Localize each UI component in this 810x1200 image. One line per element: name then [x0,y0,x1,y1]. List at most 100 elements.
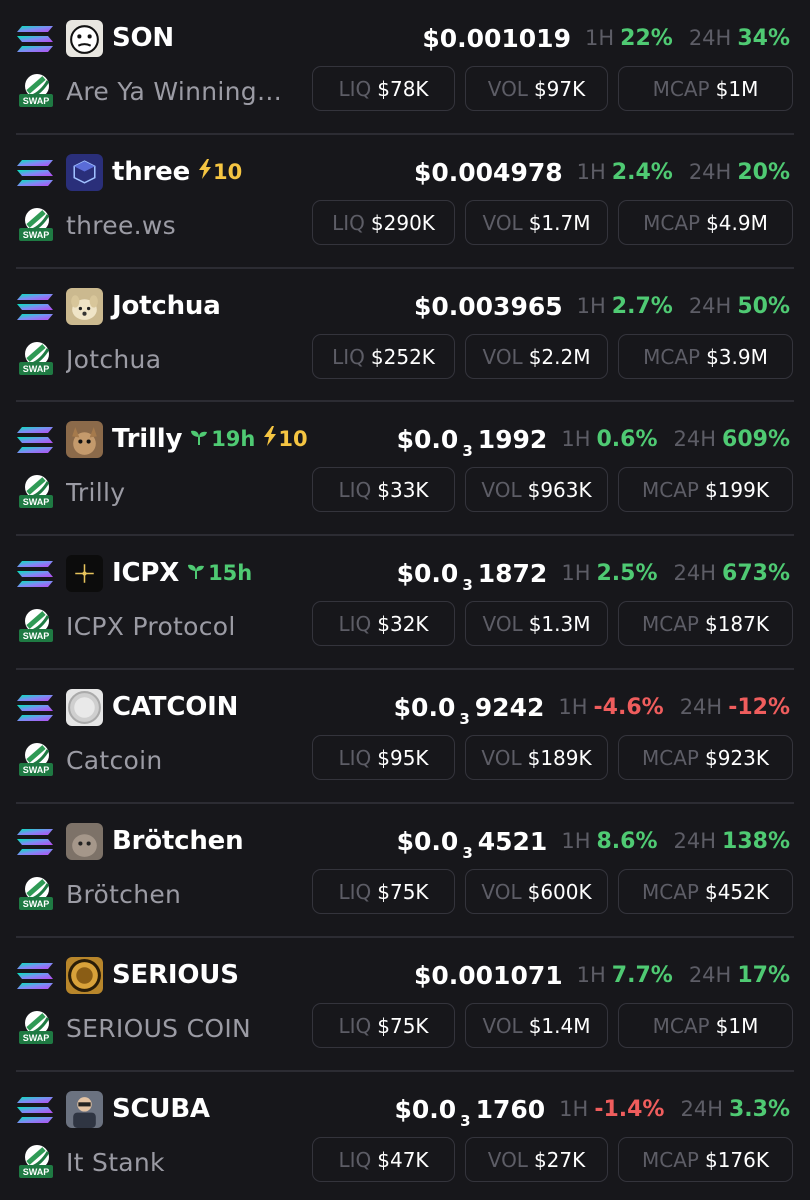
row-divider [16,1070,794,1072]
market-cap-box[interactable]: MCAP $3.9M [618,334,793,379]
token-row[interactable]: SWAP SON Are Ya Winning,... $0.001019 1H 22% 2… [0,0,810,134]
liquidity-box[interactable]: LIQ $33K [312,467,455,512]
swap-icon[interactable]: SWAP [18,1009,54,1045]
vol-value: $97K [533,76,586,101]
liq-value: $95K [377,745,429,770]
price-main: $0.001071 [413,960,563,990]
token-name: It Stank [66,1148,165,1177]
liquidity-box[interactable]: LIQ $32K [312,601,455,646]
swap-icon[interactable]: SWAP [18,875,54,911]
swap-icon[interactable]: SWAP [18,72,54,108]
market-cap-box[interactable]: MCAP $923K [618,735,793,780]
price: $0.0 3 4521 [397,827,548,862]
liq-label: LIQ [332,344,365,369]
market-cap-box[interactable]: MCAP $1M [618,1003,793,1048]
swap-icon[interactable]: SWAP [18,206,54,242]
vol-value: $1.3M [528,611,591,636]
volume-box[interactable]: VOL $963K [465,467,608,512]
swap-icon[interactable]: SWAP [18,607,54,643]
svg-text:SWAP: SWAP [23,1167,50,1177]
liq-label: LIQ [338,1147,372,1172]
token-row[interactable]: SWAP CATCOIN Catcoin $0.0 3 9242 1H -4.6% 24H -12… [0,668,810,803]
token-symbol-line: SERIOUS [112,955,239,995]
h1-label: 1H [559,1097,589,1121]
market-cap-box[interactable]: MCAP $176K [618,1137,793,1182]
h1-label: 1H [561,427,591,451]
vol-value: $189K [527,745,592,770]
mcap-label: MCAP [652,1013,710,1038]
token-symbol-line: SON [112,18,174,58]
liq-label: LIQ [338,611,372,636]
token-row[interactable]: SWAP SCUBA It Stank $0.0 3 1760 1H -1.4% 24H 3.3%… [0,1070,810,1200]
h24-label: 24H [673,561,717,585]
h1-change: 2.7% [611,293,673,319]
token-list: SWAP SON Are Ya Winning,... $0.001019 1H 22% 2… [0,0,810,1200]
token-symbol: SERIOUS [112,960,239,990]
token-symbol-line: Brötchen [112,821,244,861]
liquidity-box[interactable]: LIQ $290K [312,200,455,245]
liq-label: LIQ [338,879,372,904]
token-row[interactable]: SWAP three 10 three.ws $0.004978 1H 2.4% 24H 20%… [0,133,810,268]
h1-label: 1H [576,963,606,987]
pet-photo-icon [66,823,103,860]
market-cap-box[interactable]: MCAP $199K [618,467,793,512]
liq-label: LIQ [338,76,372,101]
gold-coin-icon [66,957,103,994]
price-main: $0.003965 [413,291,563,321]
liquidity-box[interactable]: LIQ $47K [312,1137,455,1182]
market-cap-box[interactable]: MCAP $4.9M [618,200,793,245]
liquidity-box[interactable]: LIQ $78K [312,66,455,111]
token-name: three.ws [66,211,176,240]
volume-box[interactable]: VOL $600K [465,869,608,914]
token-row[interactable]: SWAP Brötchen Brötchen $0.0 3 4521 1H 8.6% 24H 13… [0,802,810,937]
market-cap-box[interactable]: MCAP $452K [618,869,793,914]
mcap-value: $923K [704,745,769,770]
mcap-value: $176K [704,1147,769,1172]
svg-text:SWAP: SWAP [23,631,50,641]
volume-box[interactable]: VOL $27K [465,1137,608,1182]
token-row[interactable]: SWAP SERIOUS SERIOUS COIN $0.001071 1H 7.7% 24… [0,936,810,1071]
solana-chain-icon [16,560,54,588]
liquidity-box[interactable]: LIQ $75K [312,1003,455,1048]
liquidity-box[interactable]: LIQ $75K [312,869,455,914]
h1-change: 8.6% [596,828,658,854]
price-tail: 1992 [477,424,548,454]
metric-boxes: LIQ $252K VOL $2.2M MCAP $3.9M [312,334,793,379]
volume-box[interactable]: VOL $1.3M [465,601,608,646]
price-main: $0.004978 [413,157,563,187]
volume-box[interactable]: VOL $97K [465,66,608,111]
market-cap-box[interactable]: MCAP $1M [618,66,793,111]
liquidity-box[interactable]: LIQ $252K [312,334,455,379]
swap-icon[interactable]: SWAP [18,1143,54,1179]
h1-change: 22% [620,25,673,51]
h1-label: 1H [576,160,606,184]
price: $0.0 3 1992 [397,424,548,460]
price: $0.0 3 1760 [394,1094,545,1130]
swap-icon[interactable]: SWAP [18,741,54,777]
volume-box[interactable]: VOL $1.4M [465,1003,608,1048]
liq-label: LIQ [338,1013,372,1038]
mcap-label: MCAP [643,210,701,235]
h24-change: 50% [737,293,790,319]
vol-label: VOL [487,76,528,101]
swap-icon[interactable]: SWAP [18,340,54,376]
swap-icon[interactable]: SWAP [18,473,54,509]
volume-box[interactable]: VOL $189K [465,735,608,780]
liq-value: $32K [377,611,429,636]
svg-text:SWAP: SWAP [23,899,50,909]
token-row[interactable]: SWAP Trilly 19h 10 Trilly $0.0 3 1992 1H 0.6% 24H 6… [0,400,810,535]
h1-change: 2.5% [596,560,658,586]
token-row[interactable]: SWAP Jotchua Jotchua $0.003965 1H 2.7% 24H 50% L… [0,267,810,402]
token-name: ICPX Protocol [66,612,236,641]
volume-box[interactable]: VOL $1.7M [465,200,608,245]
volume-box[interactable]: VOL $2.2M [465,334,608,379]
token-row[interactable]: SWAP ICPX 15h ICPX Protocol $0.0 3 1872 1H 2.5% 2… [0,534,810,669]
price-main: $0.0 [394,1094,457,1124]
token-symbol: SON [112,23,174,53]
price-zero-count: 3 [459,709,470,728]
liquidity-box[interactable]: LIQ $95K [312,735,455,780]
token-symbol: Jotchua [112,291,221,321]
market-cap-box[interactable]: MCAP $187K [618,601,793,646]
token-symbol: three [112,157,191,187]
row-divider [16,936,794,938]
